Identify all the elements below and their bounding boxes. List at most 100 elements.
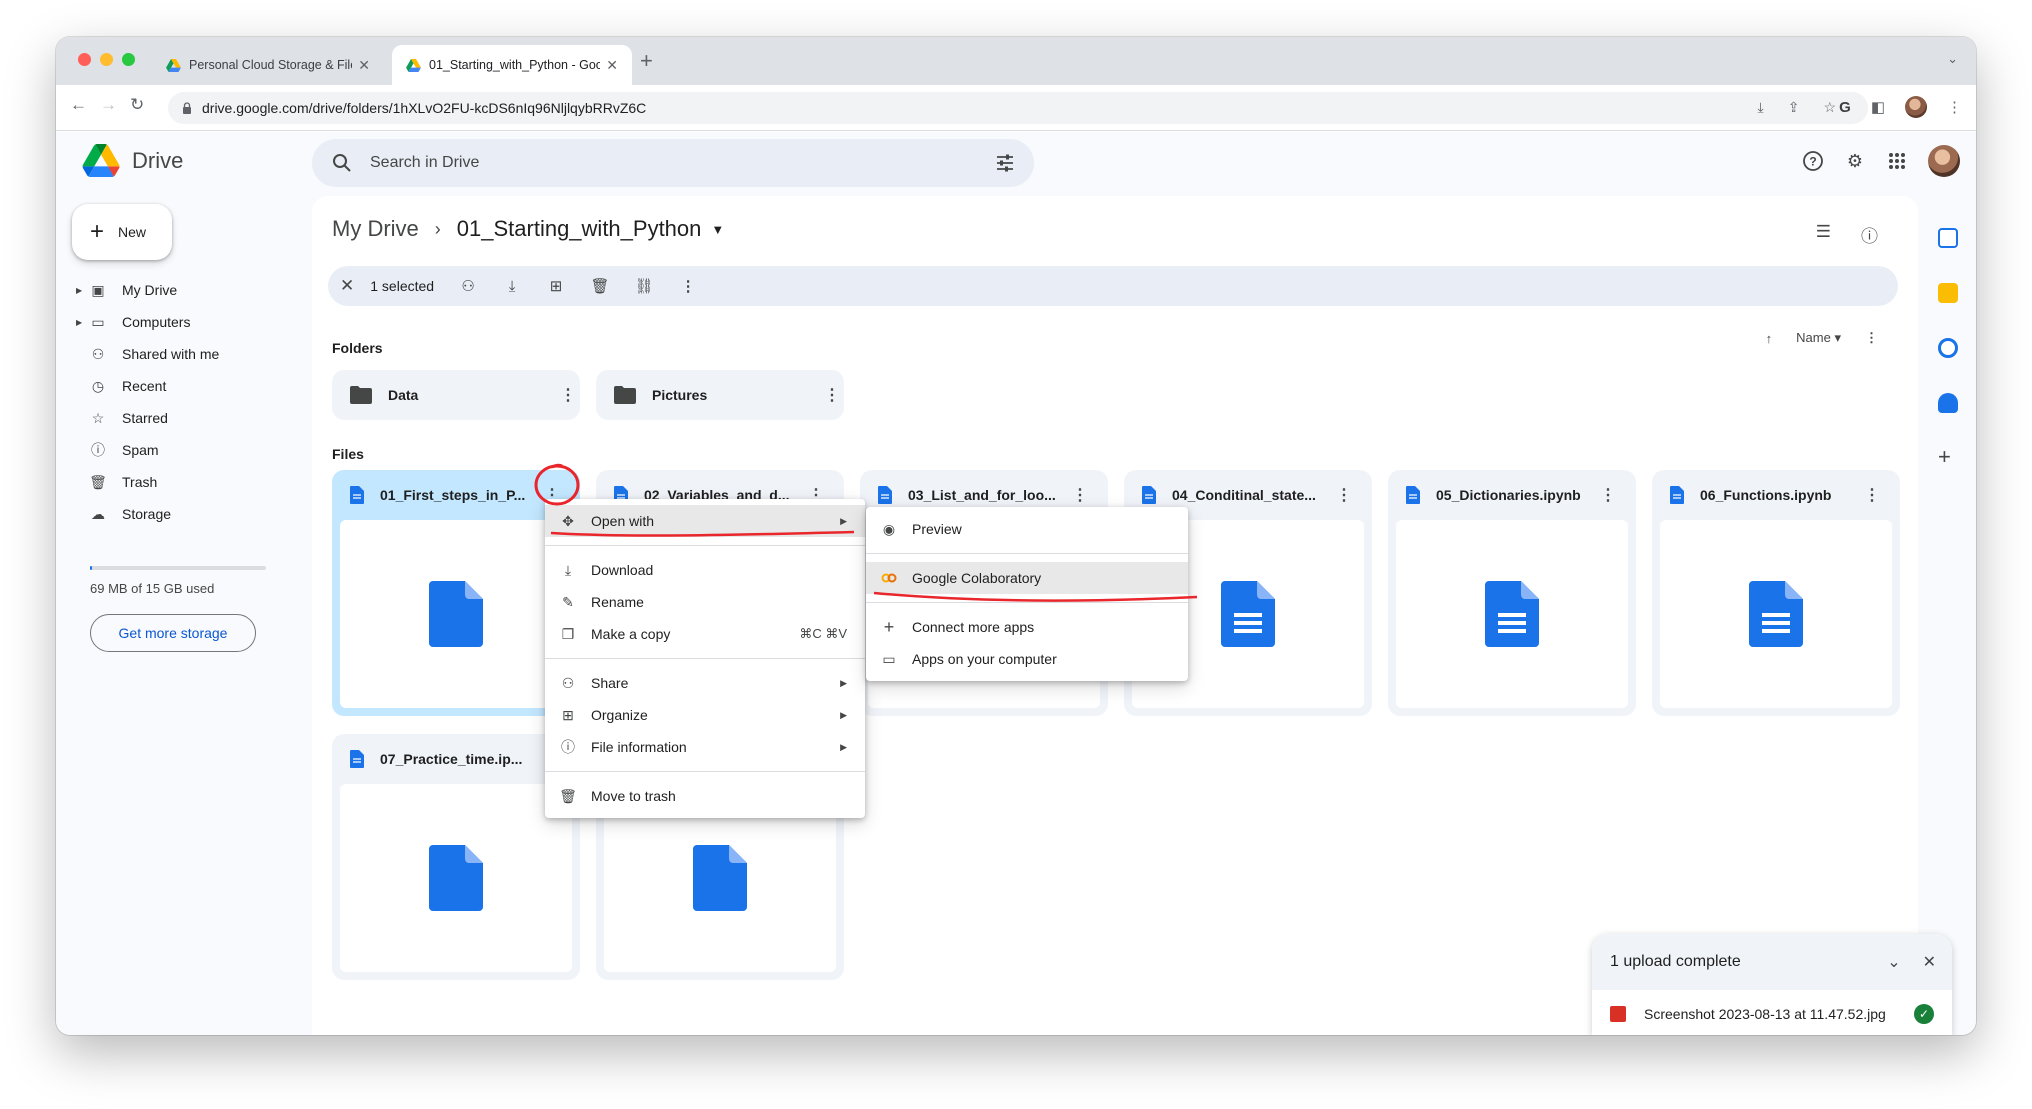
menu-apps-on-computer[interactable]: ▭ Apps on your computer xyxy=(866,643,1188,675)
menu-divider xyxy=(545,658,865,659)
close-tab-icon[interactable]: ✕ xyxy=(358,57,370,74)
folder-card[interactable]: Data ⋮ xyxy=(332,370,580,420)
expand-caret-icon[interactable]: ▶ xyxy=(76,318,82,327)
close-window-button[interactable] xyxy=(78,53,91,66)
breadcrumb-current-folder[interactable]: 01_Starting_with_Python xyxy=(457,216,702,242)
sidebar-item-computers[interactable]: ▶ ▭ Computers xyxy=(76,306,286,338)
close-tab-icon[interactable]: ✕ xyxy=(606,57,618,74)
sidebar-item-shared[interactable]: ⚇ Shared with me xyxy=(76,338,286,370)
menu-item-label: Share xyxy=(591,675,629,691)
menu-open-with[interactable]: ✥ Open with ▶ xyxy=(545,505,865,537)
file-card[interactable]: 05_Dictionaries.ipynb ⋮ xyxy=(1388,470,1636,716)
help-icon[interactable]: ? xyxy=(1802,150,1824,172)
file-more-icon[interactable]: ⋮ xyxy=(1596,485,1620,505)
sort-by-name-button[interactable]: Name ▾ xyxy=(1796,330,1841,346)
sidebar-item-starred[interactable]: ☆ Starred xyxy=(76,402,286,434)
back-arrow-icon[interactable]: ← xyxy=(70,95,87,115)
tasks-icon[interactable] xyxy=(1938,338,1958,358)
calendar-icon[interactable] xyxy=(1938,228,1958,248)
folder-more-icon[interactable]: ⋮ xyxy=(820,385,844,405)
file-more-icon[interactable]: ⋮ xyxy=(1332,485,1356,505)
reload-icon[interactable]: ↻ xyxy=(130,95,144,115)
share-page-icon[interactable]: ⇪ xyxy=(1788,99,1800,116)
clear-selection-icon[interactable]: ✕ xyxy=(340,276,354,296)
more-actions-icon[interactable]: ⋮ xyxy=(678,277,698,295)
new-button[interactable]: + New xyxy=(72,204,172,260)
file-more-icon[interactable]: ⋮ xyxy=(1068,485,1092,505)
menu-file-information[interactable]: ⓘ File information ▶ xyxy=(545,731,865,763)
copy-link-icon[interactable]: ⛓ xyxy=(634,277,654,295)
menu-rename[interactable]: ✎ Rename xyxy=(545,586,865,618)
side-panel-icon[interactable]: ◧ xyxy=(1871,98,1885,116)
view-details-icon[interactable]: ⓘ xyxy=(1861,222,1878,247)
folder-dropdown-icon[interactable]: ▼ xyxy=(711,222,724,237)
menu-google-colaboratory[interactable]: Google Colaboratory xyxy=(866,562,1188,594)
share-person-icon[interactable]: ⚇ xyxy=(458,277,478,295)
tab-starting-python[interactable]: 01_Starting_with_Python - Google Drive ✕ xyxy=(392,45,632,85)
menu-move-to-trash[interactable]: 🗑 Move to trash xyxy=(545,780,865,812)
sidebar-item-my-drive[interactable]: ▶ ▣ My Drive xyxy=(76,274,286,306)
check-icon: ✓ xyxy=(1914,1004,1934,1024)
maximize-window-button[interactable] xyxy=(122,53,135,66)
folder-more-icon[interactable]: ⋮ xyxy=(556,385,580,405)
contacts-icon[interactable] xyxy=(1938,393,1958,413)
close-icon[interactable]: ✕ xyxy=(1923,952,1936,972)
menu-organize[interactable]: ⊞ Organize ▶ xyxy=(545,699,865,731)
search-placeholder: Search in Drive xyxy=(370,154,480,171)
keep-icon[interactable] xyxy=(1938,283,1958,303)
storage-usage-text: 69 MB of 15 GB used xyxy=(90,581,215,596)
collapse-chevron-icon[interactable]: ⌄ xyxy=(1887,952,1900,972)
file-card-header: 01_First_steps_in_P... ⋮ xyxy=(332,470,580,520)
forward-arrow-icon[interactable]: → xyxy=(100,95,117,115)
submenu-arrow-icon: ▶ xyxy=(840,709,847,720)
sidebar-item-storage[interactable]: ☁ Storage xyxy=(76,498,286,530)
tab-search-chevron-icon[interactable]: ⌄ xyxy=(1947,51,1958,67)
settings-gear-icon[interactable]: ⚙ xyxy=(1844,150,1866,172)
breadcrumb-my-drive[interactable]: My Drive xyxy=(332,216,419,242)
list-view-icon[interactable]: ☰ xyxy=(1816,222,1831,247)
sidebar-item-trash[interactable]: 🗑 Trash xyxy=(76,466,286,498)
move-folder-icon[interactable]: ⊞ xyxy=(546,277,566,295)
get-more-storage-button[interactable]: Get more storage xyxy=(90,614,256,652)
file-card[interactable]: 01_First_steps_in_P... ⋮ xyxy=(332,470,580,716)
new-tab-button[interactable]: + xyxy=(640,50,653,72)
sidebar-item-label: Spam xyxy=(122,442,159,458)
menu-make-copy[interactable]: ❐ Make a copy ⌘C ⌘V xyxy=(545,618,865,650)
sidebar-item-label: Storage xyxy=(122,506,172,522)
sidebar-item-recent[interactable]: ◷ Recent xyxy=(76,370,286,402)
apps-grid-icon[interactable] xyxy=(1886,150,1908,172)
delete-icon[interactable]: 🗑 xyxy=(590,277,610,295)
address-bar[interactable]: drive.google.com/drive/folders/1hXLvO2FU… xyxy=(168,92,1868,124)
account-avatar[interactable] xyxy=(1928,145,1960,177)
minimize-window-button[interactable] xyxy=(100,53,113,66)
tab-title: Personal Cloud Storage & File Sharing xyxy=(189,58,352,72)
browser-menu-icon[interactable]: ⋮ xyxy=(1947,98,1962,116)
browser-profile-avatar[interactable] xyxy=(1905,96,1927,118)
selection-count: 1 selected xyxy=(370,278,435,294)
menu-share[interactable]: ⚇ Share ▶ xyxy=(545,667,865,699)
search-input[interactable]: Search in Drive xyxy=(312,139,1034,187)
file-card[interactable]: 07_Practice_time.ip...⋮ xyxy=(332,734,580,980)
sort-direction-icon[interactable]: ↑ xyxy=(1766,331,1773,346)
download-icon[interactable]: ⤓ xyxy=(502,278,522,295)
tab-personal-cloud[interactable]: Personal Cloud Storage & File Sharing ✕ xyxy=(152,45,384,85)
folder-card[interactable]: Pictures ⋮ xyxy=(596,370,844,420)
drive-logo[interactable]: Drive xyxy=(82,144,183,177)
expand-caret-icon[interactable]: ▶ xyxy=(76,286,82,295)
bookmark-star-icon[interactable]: ☆ xyxy=(1823,99,1836,116)
menu-connect-more-apps[interactable]: + Connect more apps xyxy=(866,611,1188,643)
grammarly-icon[interactable]: G xyxy=(1839,99,1851,116)
search-options-icon[interactable] xyxy=(994,152,1016,174)
upload-item[interactable]: Screenshot 2023-08-13 at 11.47.52.jpg ✓ xyxy=(1610,1000,1934,1028)
folders-heading: Folders xyxy=(332,340,383,356)
sidebar-item-spam[interactable]: ⓘ Spam xyxy=(76,434,286,466)
large-doc-icon xyxy=(1485,581,1539,647)
download-icon: ⤓ xyxy=(564,561,572,578)
sidebar-item-label: Recent xyxy=(122,378,167,394)
open-with-submenu: ◉ Preview Google Colaboratory + Connect … xyxy=(866,507,1188,681)
install-icon[interactable]: ⤓ xyxy=(1758,99,1764,116)
get-addons-plus-icon[interactable]: + xyxy=(1938,444,1951,470)
menu-preview[interactable]: ◉ Preview xyxy=(866,513,1188,545)
menu-download[interactable]: ⤓ Download xyxy=(545,554,865,586)
upload-status-title: 1 upload complete xyxy=(1610,953,1741,970)
